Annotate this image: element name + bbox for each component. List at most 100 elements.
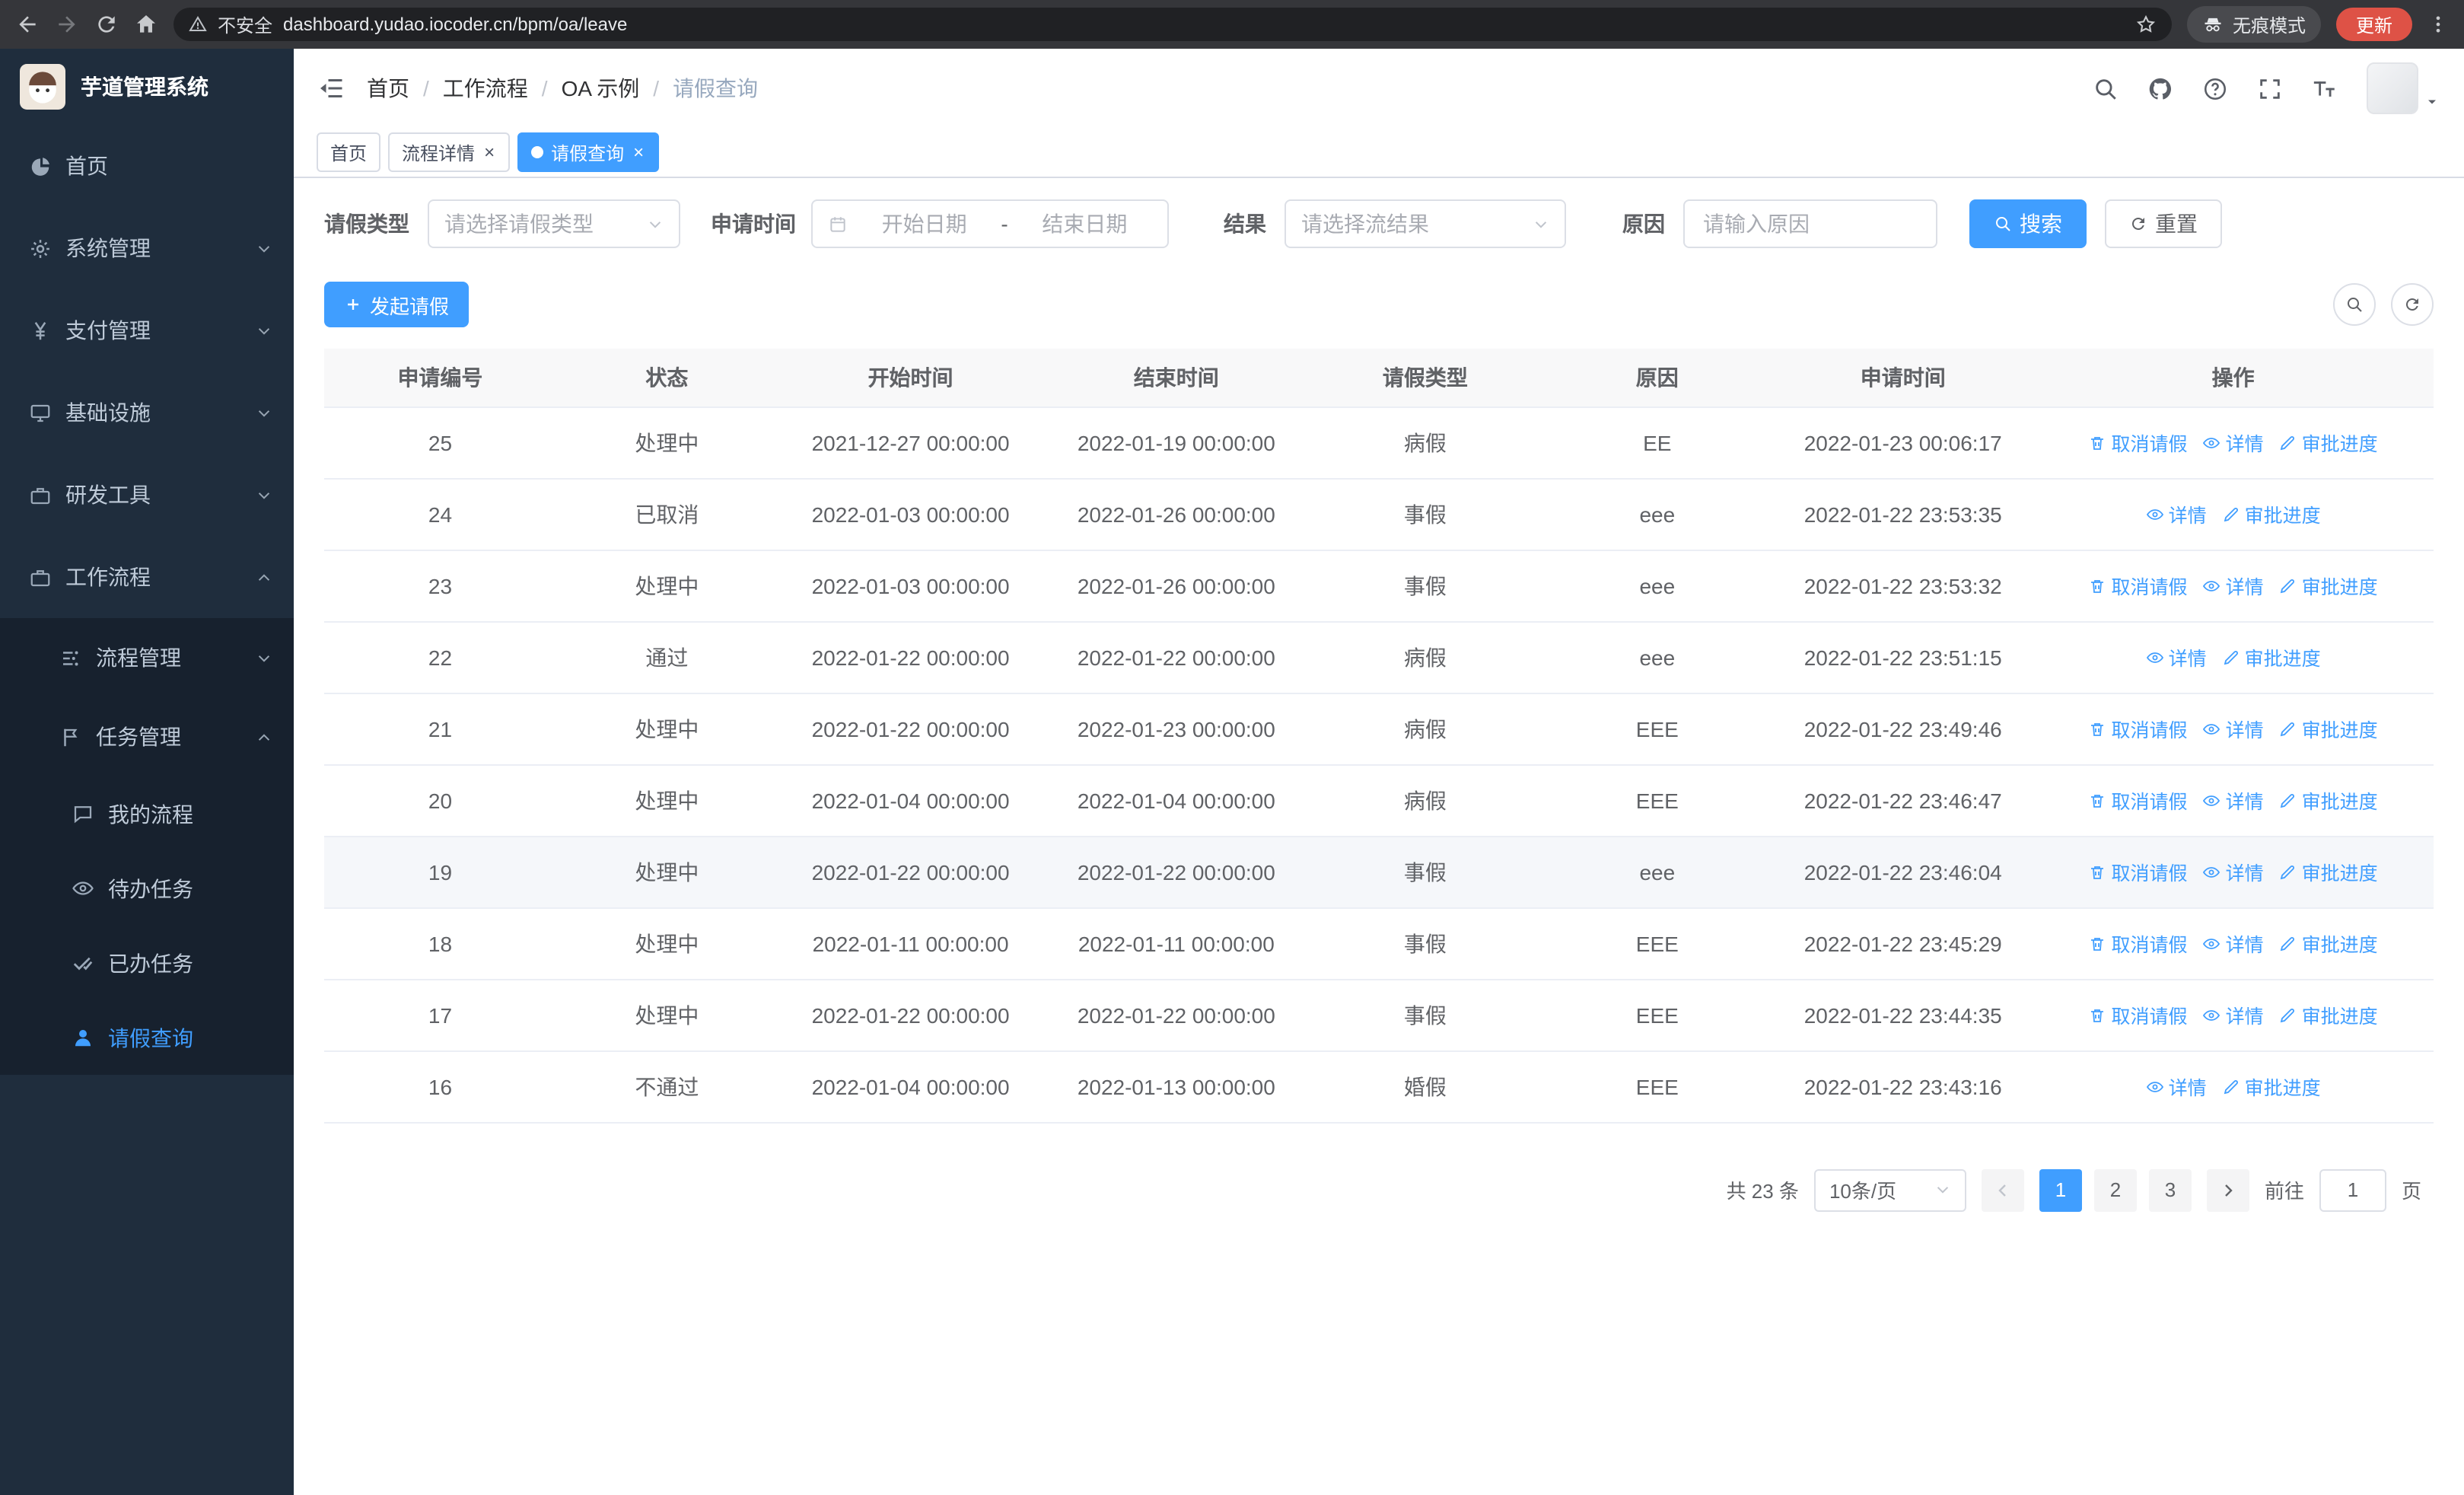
breadcrumb-item-home[interactable]: 首页 bbox=[367, 73, 409, 104]
url-text[interactable]: dashboard.yudao.iocoder.cn/bpm/oa/leave bbox=[283, 14, 627, 35]
detail-link[interactable]: 详情 bbox=[2146, 642, 2207, 671]
action-label: 审批进度 bbox=[2301, 434, 2378, 455]
browser-update-button[interactable]: 更新 bbox=[2335, 8, 2412, 41]
detail-link[interactable]: 详情 bbox=[2203, 571, 2264, 600]
detail-link[interactable]: 详情 bbox=[2203, 786, 2264, 814]
cancel-leave-link[interactable]: 取消请假 bbox=[2089, 857, 2188, 886]
table-row: 19 处理中 2022-01-22 00:00:00 2022-01-22 00:00… bbox=[324, 836, 2434, 908]
progress-link[interactable]: 审批进度 bbox=[2279, 1000, 2378, 1029]
sidebar-item-home[interactable]: 首页 bbox=[0, 125, 294, 207]
breadcrumb-item-oa[interactable]: OA 示例 bbox=[562, 73, 640, 104]
sidebar-item-my-processes[interactable]: 我的流程 bbox=[0, 776, 294, 851]
progress-link[interactable]: 审批进度 bbox=[2222, 1072, 2321, 1101]
forward-button[interactable] bbox=[55, 12, 79, 37]
create-leave-label: 发起请假 bbox=[370, 295, 450, 317]
font-size-icon[interactable] bbox=[2312, 75, 2338, 101]
browser-menu-icon[interactable] bbox=[2427, 14, 2449, 35]
address-bar[interactable]: 不安全 dashboard.yudao.iocoder.cn/bpm/oa/le… bbox=[173, 8, 2172, 41]
sidebar-item-system[interactable]: 系统管理 bbox=[0, 207, 294, 289]
leave-type-select[interactable]: 请选择请假类型 bbox=[428, 199, 680, 248]
sidebar-collapse-icon[interactable] bbox=[318, 75, 345, 102]
detail-link[interactable]: 详情 bbox=[2203, 428, 2264, 457]
sidebar-item-workflow[interactable]: 工作流程 bbox=[0, 536, 294, 618]
progress-link[interactable]: 审批进度 bbox=[2279, 929, 2378, 958]
github-icon[interactable] bbox=[2147, 75, 2173, 101]
goto-page-input[interactable] bbox=[2319, 1168, 2386, 1211]
detail-link[interactable]: 详情 bbox=[2203, 1000, 2264, 1029]
cancel-leave-link[interactable]: 取消请假 bbox=[2089, 714, 2188, 743]
security-warning-icon[interactable] bbox=[189, 15, 207, 33]
flag-icon bbox=[59, 725, 82, 748]
cancel-leave-link[interactable]: 取消请假 bbox=[2089, 428, 2188, 457]
table-row: 18 处理中 2022-01-11 00:00:00 2022-01-11 00:00… bbox=[324, 907, 2434, 980]
page-size-select[interactable]: 10条/页 bbox=[1813, 1168, 1966, 1211]
refresh-icon bbox=[2403, 295, 2421, 314]
sidebar-item-task-management[interactable]: 任务管理 bbox=[0, 697, 294, 776]
cancel-leave-link[interactable]: 取消请假 bbox=[2089, 929, 2188, 958]
reload-button[interactable] bbox=[94, 12, 119, 37]
trash-icon bbox=[2089, 719, 2107, 738]
page-button-1[interactable]: 1 bbox=[2039, 1168, 2082, 1211]
help-icon[interactable] bbox=[2202, 75, 2228, 101]
detail-link[interactable]: 详情 bbox=[2203, 857, 2264, 886]
tab-process-detail[interactable]: 流程详情 × bbox=[388, 132, 511, 172]
page-button-3[interactable]: 3 bbox=[2148, 1168, 2192, 1211]
reason-input[interactable] bbox=[1683, 199, 1937, 248]
page-size-value: 10条/页 bbox=[1829, 1180, 1897, 1203]
user-menu[interactable] bbox=[2367, 62, 2440, 114]
action-label: 审批进度 bbox=[2301, 720, 2378, 741]
security-label[interactable]: 不安全 bbox=[218, 11, 272, 37]
detail-link[interactable]: 详情 bbox=[2146, 1072, 2207, 1101]
tab-home[interactable]: 首页 bbox=[317, 132, 381, 172]
progress-link[interactable]: 审批进度 bbox=[2222, 499, 2321, 528]
progress-link[interactable]: 审批进度 bbox=[2222, 642, 2321, 671]
menu-label: 研发工具 bbox=[65, 483, 151, 507]
detail-link[interactable]: 详情 bbox=[2203, 714, 2264, 743]
reset-button[interactable]: 重置 bbox=[2105, 199, 2222, 248]
sidebar-item-payment[interactable]: 支付管理 bbox=[0, 289, 294, 371]
breadcrumb-item-workflow[interactable]: 工作流程 bbox=[443, 73, 528, 104]
table-row: 22 通过 2022-01-22 00:00:00 2022-01-22 00:00:… bbox=[324, 621, 2434, 693]
progress-link[interactable]: 审批进度 bbox=[2279, 428, 2378, 457]
page-button-2[interactable]: 2 bbox=[2093, 1168, 2137, 1211]
detail-link[interactable]: 详情 bbox=[2146, 499, 2207, 528]
progress-link[interactable]: 审批进度 bbox=[2279, 786, 2378, 814]
avatar[interactable] bbox=[2367, 62, 2418, 114]
menu-label: 已办任务 bbox=[108, 951, 193, 975]
sidebar-item-pending-tasks[interactable]: 待办任务 bbox=[0, 851, 294, 926]
back-button[interactable] bbox=[15, 12, 40, 37]
result-select[interactable]: 请选择流结果 bbox=[1285, 199, 1566, 248]
sidebar-item-leave-query[interactable]: 请假查询 bbox=[0, 1000, 294, 1075]
apply-time-range-picker[interactable]: 开始日期 - 结束日期 bbox=[811, 199, 1169, 248]
cancel-leave-link[interactable]: 取消请假 bbox=[2089, 786, 2188, 814]
cancel-leave-link[interactable]: 取消请假 bbox=[2089, 1000, 2188, 1029]
cell-request-id: 18 bbox=[324, 907, 556, 980]
prev-page-button[interactable] bbox=[1981, 1168, 2024, 1211]
sidebar-item-devtools[interactable]: 研发工具 bbox=[0, 454, 294, 536]
sidebar-item-infrastructure[interactable]: 基础设施 bbox=[0, 371, 294, 454]
pen-icon bbox=[2222, 648, 2240, 666]
apply-time-label: 申请时间 bbox=[711, 212, 796, 236]
toggle-search-button[interactable] bbox=[2333, 283, 2376, 326]
progress-link[interactable]: 审批进度 bbox=[2279, 571, 2378, 600]
cancel-leave-link[interactable]: 取消请假 bbox=[2089, 571, 2188, 600]
bookmark-star-icon[interactable] bbox=[2135, 14, 2157, 35]
progress-link[interactable]: 审批进度 bbox=[2279, 714, 2378, 743]
home-button[interactable] bbox=[134, 12, 158, 37]
close-tab-button[interactable]: × bbox=[632, 143, 645, 161]
close-tab-button[interactable]: × bbox=[482, 143, 496, 161]
eye-icon bbox=[2203, 791, 2221, 809]
cell-leave-type: 事假 bbox=[1309, 836, 1542, 908]
sidebar-item-done-tasks[interactable]: 已办任务 bbox=[0, 926, 294, 1000]
create-leave-button[interactable]: 发起请假 bbox=[324, 282, 470, 327]
search-icon[interactable] bbox=[2093, 75, 2119, 101]
tab-leave-query[interactable]: 请假查询 × bbox=[517, 132, 660, 172]
search-button[interactable]: 搜索 bbox=[1969, 199, 2087, 248]
refresh-table-button[interactable] bbox=[2391, 283, 2434, 326]
progress-link[interactable]: 审批进度 bbox=[2279, 857, 2378, 886]
detail-link[interactable]: 详情 bbox=[2203, 929, 2264, 958]
cell-reason: EEE bbox=[1541, 979, 1774, 1051]
next-page-button[interactable] bbox=[2206, 1168, 2249, 1211]
sidebar-item-process-management[interactable]: 流程管理 bbox=[0, 618, 294, 697]
fullscreen-icon[interactable] bbox=[2257, 75, 2283, 101]
